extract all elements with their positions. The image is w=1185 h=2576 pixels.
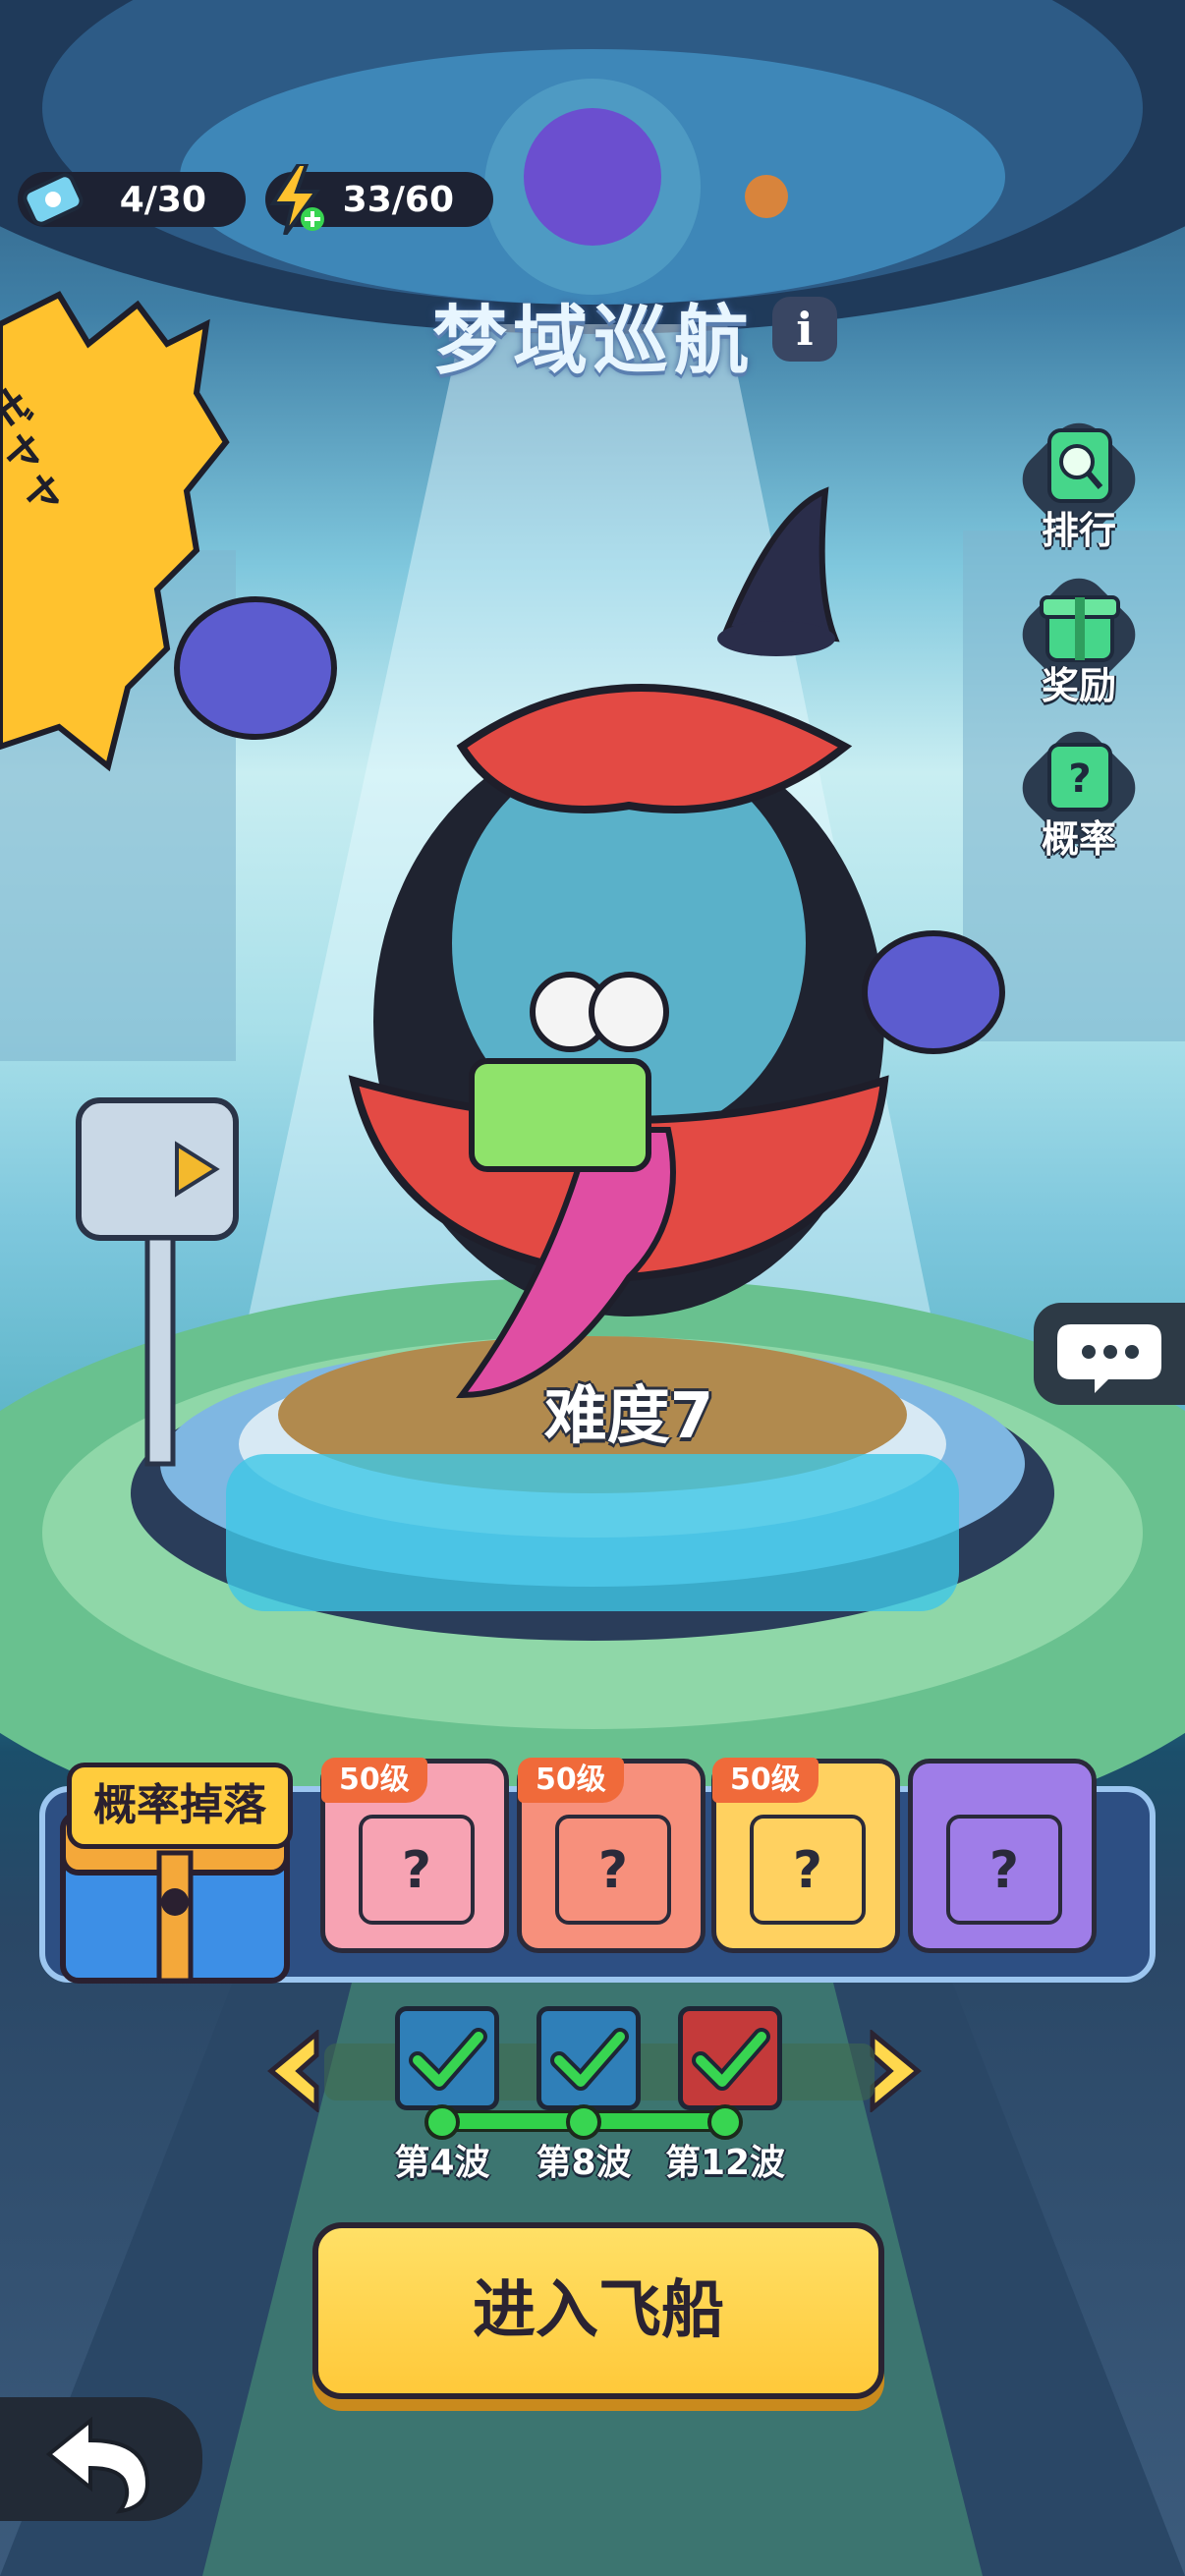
drop-label: 概率掉落 [67, 1763, 293, 1849]
energy-plus-icon[interactable] [265, 162, 328, 237]
ticket-value: 4/30 [119, 179, 206, 220]
wave-label: 第4波 [394, 2143, 490, 2183]
game-screen: ギャャャ 4/30 33/60 梦域巡航 i 排行 奖励 ? 概率 难度7 概率… [0, 0, 1185, 2576]
ticket-counter[interactable]: 4/30 [18, 172, 246, 227]
chat-button[interactable] [1034, 1303, 1185, 1405]
back-button[interactable] [0, 2397, 202, 2521]
info-button[interactable]: i [772, 297, 837, 362]
reward-level-badge: 50级 [321, 1758, 427, 1803]
ticket-icon [22, 168, 85, 231]
reward-box-icon: ? [359, 1815, 475, 1925]
wave-label: 第12波 [664, 2143, 786, 2183]
svg-text:?: ? [793, 1841, 822, 1900]
check-icon [550, 2028, 629, 2091]
reward-card[interactable]: ? [908, 1759, 1097, 1953]
rank-button[interactable]: 排行 [1010, 411, 1148, 552]
energy-value: 33/60 [342, 179, 454, 220]
rate-label: 概率 [1041, 817, 1116, 861]
difficulty-label: 难度7 [543, 1380, 714, 1453]
drop-chest[interactable]: 概率掉落 [57, 1735, 293, 1990]
wave-reward-box[interactable] [536, 2006, 641, 2110]
wave-reward-box[interactable] [395, 2006, 499, 2110]
reward-box-icon: ? [750, 1815, 866, 1925]
reward-card[interactable]: ? 50级 [517, 1758, 705, 1953]
reward-card[interactable]: ? 50级 [320, 1758, 509, 1953]
reward-level-badge: 50级 [712, 1758, 818, 1803]
chat-bubble-icon [1057, 1324, 1161, 1393]
svg-text:?: ? [598, 1841, 628, 1900]
check-icon [692, 2028, 770, 2091]
wave-reward-box[interactable] [678, 2006, 782, 2110]
energy-counter[interactable]: 33/60 [265, 162, 493, 237]
back-arrow-icon [45, 2416, 150, 2514]
enter-ship-button[interactable]: 进入飞船 [312, 2222, 884, 2399]
check-icon [409, 2028, 487, 2091]
page-title: 梦域巡航 [432, 297, 755, 384]
reward-level-badge: 50级 [518, 1758, 624, 1803]
svg-text:?: ? [989, 1841, 1019, 1900]
reward-box-icon: ? [555, 1815, 671, 1925]
svg-text:?: ? [1068, 756, 1091, 802]
reward-label: 奖励 [1041, 664, 1116, 707]
reward-card[interactable]: ? 50级 [711, 1758, 900, 1953]
prev-arrow-icon[interactable] [265, 2030, 324, 2112]
reward-button[interactable]: 奖励 [1010, 566, 1148, 707]
reward-box-icon: ? [946, 1815, 1062, 1925]
svg-text:?: ? [402, 1841, 431, 1900]
rate-button[interactable]: ? 概率 [1010, 719, 1148, 861]
rank-label: 排行 [1041, 509, 1116, 552]
wave-label: 第8波 [536, 2143, 632, 2183]
